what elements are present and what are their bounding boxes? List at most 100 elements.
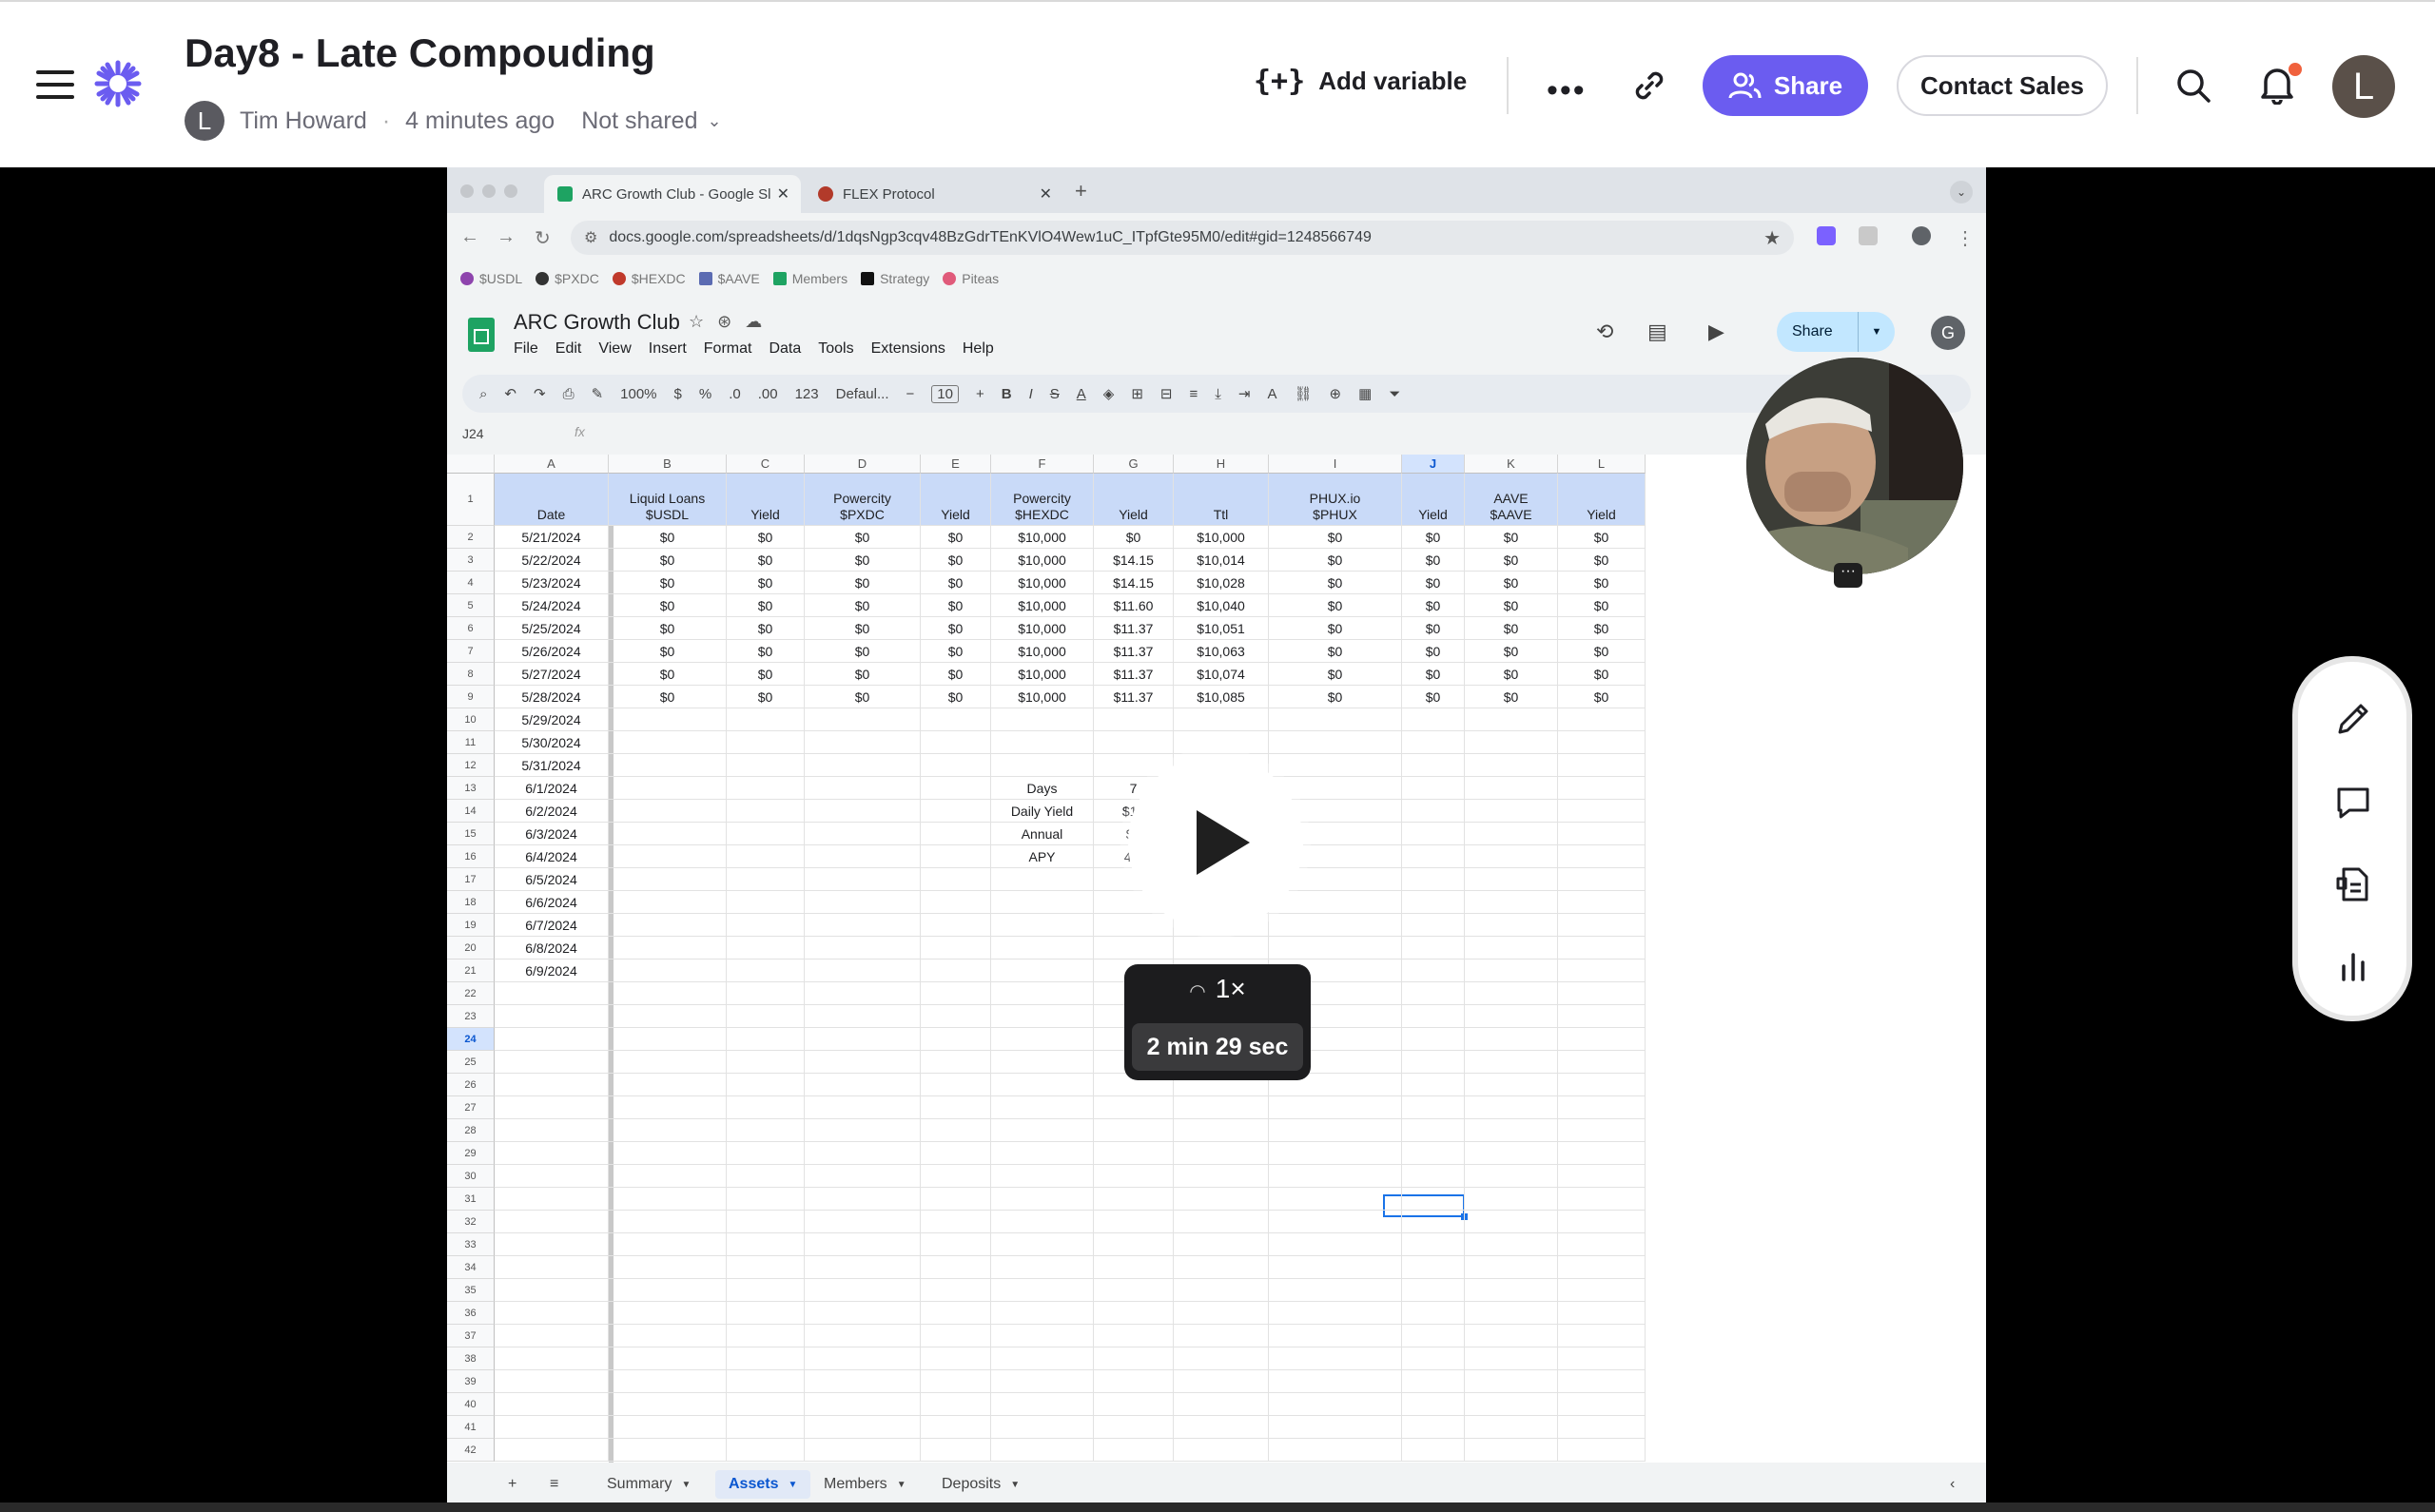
share-button[interactable]: Share bbox=[1703, 55, 1868, 116]
table-cell bbox=[1402, 868, 1465, 891]
playback-info[interactable]: ◠ 1× 2 min 29 sec bbox=[1124, 964, 1311, 1080]
notifications-button[interactable] bbox=[2258, 63, 2302, 106]
fill-color-icon: ◈ bbox=[1102, 386, 1115, 402]
table-cell bbox=[1558, 1142, 1646, 1165]
table-cell: $0 bbox=[727, 640, 805, 663]
row-header: 24 bbox=[447, 1028, 495, 1051]
row-header: 38 bbox=[447, 1347, 495, 1370]
table-header-cell: Yield bbox=[1558, 474, 1646, 526]
table-cell bbox=[1094, 1188, 1174, 1211]
page-title[interactable]: Day8 - Late Compouding bbox=[185, 30, 655, 76]
more-options-icon[interactable]: ••• bbox=[1547, 72, 1587, 109]
table-cell bbox=[1465, 1439, 1558, 1462]
table-cell bbox=[1558, 1279, 1646, 1302]
browser-tab-bar: ARC Growth Club - Google Sl ✕ FLEX Proto… bbox=[447, 167, 1986, 213]
table-cell bbox=[805, 1005, 921, 1028]
play-button[interactable] bbox=[1128, 755, 1303, 930]
rotate-icon: A bbox=[1267, 385, 1277, 402]
browser-menu-icon: ⋮ bbox=[1956, 228, 1975, 249]
table-cell: $0 bbox=[1269, 526, 1402, 549]
table-cell bbox=[1402, 1347, 1465, 1370]
table-cell bbox=[1465, 845, 1558, 868]
webcam-bubble[interactable] bbox=[1746, 358, 1963, 574]
sheets-favicon-icon bbox=[557, 186, 573, 202]
menu-item: Extensions bbox=[870, 340, 945, 357]
search-icon[interactable] bbox=[2174, 67, 2212, 105]
table-cell bbox=[1402, 800, 1465, 823]
close-tab-icon: ✕ bbox=[1039, 186, 1052, 203]
table-cell bbox=[1402, 754, 1465, 777]
table-cell bbox=[1269, 891, 1402, 914]
table-cell bbox=[1174, 1119, 1269, 1142]
table-cell bbox=[495, 982, 609, 1005]
table-cell bbox=[991, 1165, 1094, 1188]
table-cell: $0 bbox=[1402, 640, 1465, 663]
video-progress-track[interactable] bbox=[0, 1502, 2435, 1512]
transcript-icon[interactable] bbox=[2334, 865, 2372, 903]
borders-icon: ⊞ bbox=[1131, 386, 1143, 402]
table-cell bbox=[1174, 1142, 1269, 1165]
table-cell bbox=[921, 708, 991, 731]
table-cell bbox=[1465, 891, 1558, 914]
table-cell: $0 bbox=[1402, 549, 1465, 572]
link-icon[interactable] bbox=[1630, 67, 1668, 105]
table-cell: 5/27/2024 bbox=[495, 663, 609, 686]
table-cell: 6/4/2024 bbox=[495, 845, 609, 868]
table-cell bbox=[495, 1005, 609, 1028]
playback-speed[interactable]: ◠ 1× bbox=[1124, 974, 1311, 1004]
insights-icon[interactable] bbox=[2334, 947, 2372, 985]
table-cell bbox=[1269, 1439, 1402, 1462]
row-header: 40 bbox=[447, 1393, 495, 1416]
table-cell bbox=[991, 868, 1094, 891]
table-cell bbox=[921, 1279, 991, 1302]
menu-icon[interactable] bbox=[36, 70, 74, 99]
camera-options-icon[interactable]: ··· bbox=[1834, 563, 1862, 588]
table-cell bbox=[495, 1142, 609, 1165]
table-cell bbox=[1558, 800, 1646, 823]
share-status-dropdown[interactable]: Not shared ⌄ bbox=[581, 107, 721, 135]
table-cell bbox=[805, 708, 921, 731]
table-cell bbox=[991, 1347, 1094, 1370]
table-cell bbox=[1174, 1439, 1269, 1462]
row-header: 25 bbox=[447, 1051, 495, 1074]
table-cell bbox=[921, 982, 991, 1005]
table-cell bbox=[1094, 1347, 1174, 1370]
sheets-logo-icon bbox=[468, 318, 495, 352]
table-cell bbox=[921, 1370, 991, 1393]
author-avatar[interactable]: L bbox=[185, 101, 224, 141]
percent-format: % bbox=[698, 385, 712, 402]
comment-icon[interactable] bbox=[2334, 784, 2372, 822]
tab-search-icon: ⌄ bbox=[1950, 181, 1973, 204]
table-cell: $0 bbox=[921, 549, 991, 572]
table-cell bbox=[1558, 1393, 1646, 1416]
user-avatar[interactable]: L bbox=[2332, 55, 2395, 118]
profile-icon bbox=[1912, 226, 1931, 245]
row-header: 1 bbox=[447, 474, 495, 526]
author-name[interactable]: Tim Howard bbox=[240, 107, 367, 135]
table-cell: $0 bbox=[805, 594, 921, 617]
menu-item: Tools bbox=[818, 340, 854, 357]
table-header-cell: AAVE $AAVE bbox=[1465, 474, 1558, 526]
add-variable-button[interactable]: {+} Add variable bbox=[1254, 65, 1467, 98]
contact-sales-button[interactable]: Contact Sales bbox=[1897, 55, 2108, 116]
table-cell bbox=[991, 1302, 1094, 1325]
table-cell bbox=[1558, 1302, 1646, 1325]
column-header: H bbox=[1174, 455, 1269, 474]
table-cell: 5/30/2024 bbox=[495, 731, 609, 754]
increase-decimal: .00 bbox=[757, 385, 778, 402]
loom-logo-icon[interactable] bbox=[93, 59, 143, 108]
table-cell: $10,000 bbox=[1174, 526, 1269, 549]
grid-corner bbox=[447, 455, 495, 474]
table-cell bbox=[727, 1279, 805, 1302]
pencil-icon[interactable] bbox=[2334, 700, 2372, 738]
table-cell bbox=[1465, 1256, 1558, 1279]
table-cell bbox=[805, 1165, 921, 1188]
table-cell bbox=[1465, 1119, 1558, 1142]
table-cell: 6/5/2024 bbox=[495, 868, 609, 891]
table-cell: $10,063 bbox=[1174, 640, 1269, 663]
table-cell: $0 bbox=[1402, 617, 1465, 640]
table-cell bbox=[805, 891, 921, 914]
table-cell bbox=[495, 1439, 609, 1462]
collapse-icon: ‹ bbox=[1950, 1476, 1956, 1492]
table-cell bbox=[1402, 1393, 1465, 1416]
